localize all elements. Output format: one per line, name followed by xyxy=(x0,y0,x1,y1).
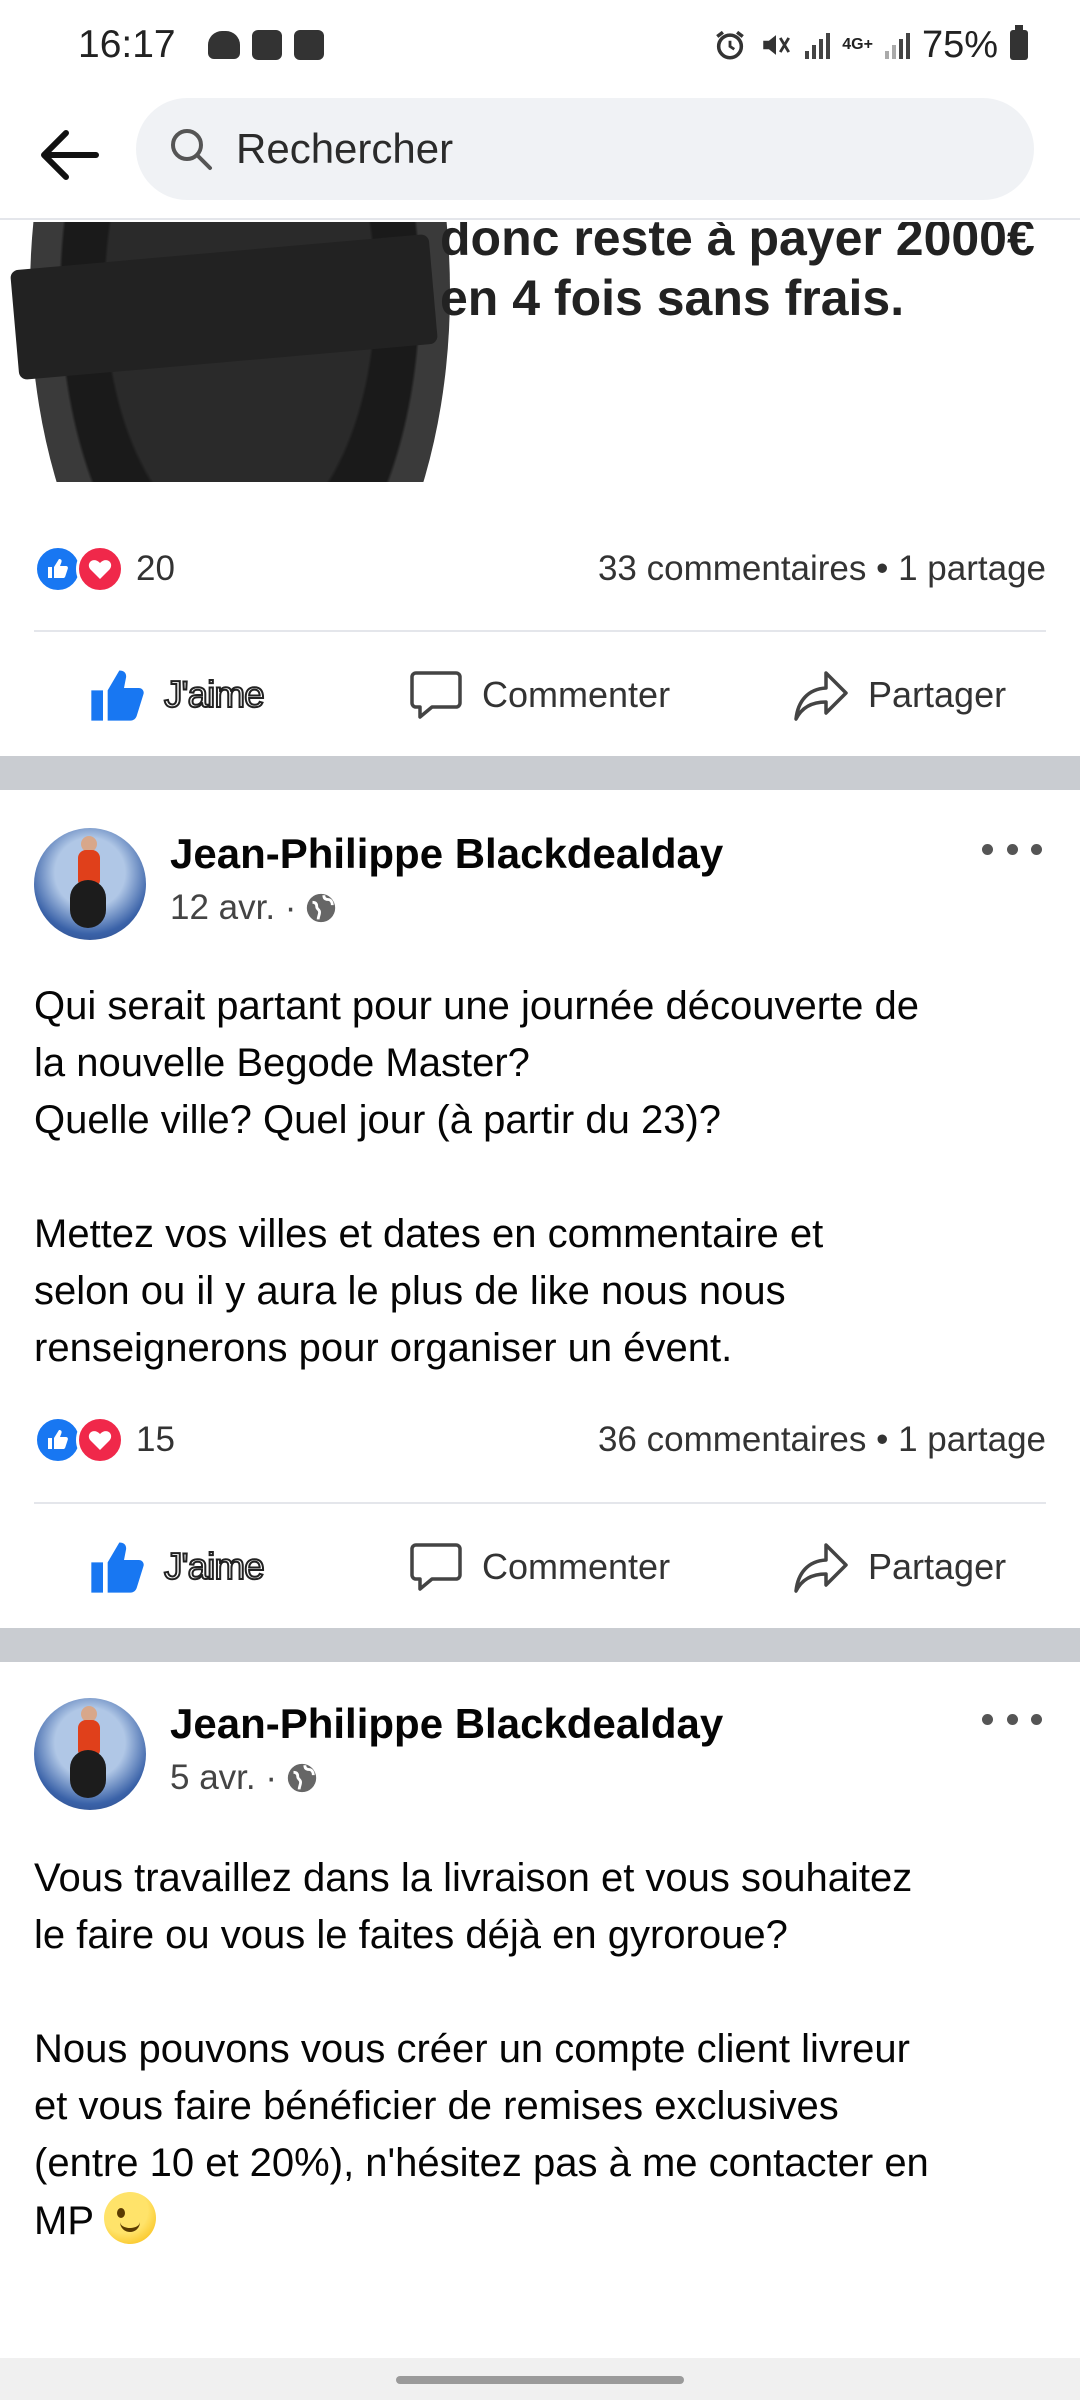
more-options-button[interactable] xyxy=(982,1704,1042,1734)
comment-label: Commenter xyxy=(482,1546,671,1587)
share-button[interactable]: Partager xyxy=(792,667,1006,723)
home-gesture-handle[interactable] xyxy=(396,2376,684,2384)
post-separator xyxy=(0,1628,1080,1662)
post-actions: J'aime Commenter Partager xyxy=(0,1512,1080,1622)
more-options-button[interactable] xyxy=(982,834,1042,864)
wink-emoji-icon xyxy=(104,2192,157,2244)
search-input[interactable] xyxy=(236,125,996,173)
share-label: Partager xyxy=(868,674,1007,715)
post-date[interactable]: 5 avr. · xyxy=(170,1758,277,1798)
status-time: 16:17 xyxy=(78,23,176,66)
notification-app-icon xyxy=(293,30,324,60)
like-reaction-icon xyxy=(34,1416,82,1464)
like-label: J'aime xyxy=(163,673,266,716)
search-bar[interactable] xyxy=(136,98,1034,200)
image-caption-line: donc reste à payer 2000€ xyxy=(440,222,1035,266)
image-caption: donc reste à payer 2000€ en 4 fois sans … xyxy=(440,222,1035,328)
post-header: Jean-Philippe Blackdealday 5 avr. · xyxy=(34,1698,1046,1814)
back-arrow-icon xyxy=(41,130,99,180)
post-date[interactable]: 12 avr. · xyxy=(170,888,296,928)
like-button[interactable]: J'aime xyxy=(88,1539,266,1595)
post-author[interactable]: Jean-Philippe Blackdealday xyxy=(170,1700,723,1748)
post-stats[interactable]: 36 commentaires • 1 partage xyxy=(598,1420,1046,1460)
share-label: Partager xyxy=(868,1546,1007,1587)
comment-icon xyxy=(410,1543,462,1591)
post-text-body: Vous travaillez dans la livraison et vou… xyxy=(34,1856,929,2243)
share-button[interactable]: Partager xyxy=(792,1539,1006,1595)
post-separator xyxy=(0,756,1080,790)
post-stats[interactable]: 33 commentaires • 1 partage xyxy=(598,549,1046,589)
post-meta: 12 avr. · xyxy=(170,888,338,928)
alarm-icon xyxy=(716,30,745,60)
thumbs-up-icon xyxy=(91,1542,144,1593)
comment-button[interactable]: Commenter xyxy=(408,1539,670,1595)
avatar[interactable] xyxy=(34,1698,146,1810)
post-text: Qui serait partant pour une journée déco… xyxy=(34,984,920,1370)
post-image[interactable]: donc reste à payer 2000€ en 4 fois sans … xyxy=(0,222,1080,482)
globe-icon xyxy=(287,1763,317,1793)
notification-app-icon xyxy=(207,31,240,59)
like-reaction-icon xyxy=(34,545,82,593)
share-icon xyxy=(794,1543,848,1593)
like-button[interactable]: J'aime xyxy=(88,667,266,723)
network-type: 4G+ xyxy=(842,36,873,53)
reactions-bar[interactable]: 20 33 commentaires • 1 partage xyxy=(34,534,1046,604)
globe-icon xyxy=(307,893,336,923)
search-header xyxy=(0,90,1080,220)
reaction-count: 15 xyxy=(136,1420,175,1459)
thumbs-up-icon xyxy=(91,670,144,721)
status-bar: 16:17 4G+ 75% xyxy=(0,0,1080,90)
signal-icon xyxy=(884,31,910,59)
reaction-count: 20 xyxy=(136,549,175,588)
divider xyxy=(34,1502,1046,1504)
post-actions: J'aime Commenter Partager xyxy=(0,640,1080,750)
reactions-bar[interactable]: 15 36 commentaires • 1 partage xyxy=(34,1405,1046,1475)
battery-icon xyxy=(1010,25,1028,60)
more-icon xyxy=(982,843,993,855)
battery-percent: 75% xyxy=(921,23,998,66)
post-meta: 5 avr. · xyxy=(170,1758,319,1798)
share-icon xyxy=(794,671,848,721)
notification-app-icon xyxy=(251,30,282,60)
avatar[interactable] xyxy=(34,828,146,940)
mute-icon xyxy=(763,35,791,55)
navigation-bar xyxy=(0,2358,1080,2400)
comment-button[interactable]: Commenter xyxy=(408,667,670,723)
comment-icon xyxy=(410,671,462,719)
image-caption-line: en 4 fois sans frais. xyxy=(440,270,905,326)
comment-label: Commenter xyxy=(482,674,671,715)
divider xyxy=(34,630,1046,632)
search-icon xyxy=(171,129,212,170)
post-header: Jean-Philippe Blackdealday 12 avr. · xyxy=(34,828,1046,944)
signal-icon xyxy=(805,31,831,59)
more-icon xyxy=(982,1713,993,1725)
like-label: J'aime xyxy=(163,1545,266,1588)
love-reaction-icon xyxy=(76,1416,124,1464)
post-author[interactable]: Jean-Philippe Blackdealday xyxy=(170,830,723,878)
love-reaction-icon xyxy=(76,545,124,593)
back-button[interactable] xyxy=(34,120,104,190)
post-text: Vous travaillez dans la livraison et vou… xyxy=(34,1850,1046,2250)
